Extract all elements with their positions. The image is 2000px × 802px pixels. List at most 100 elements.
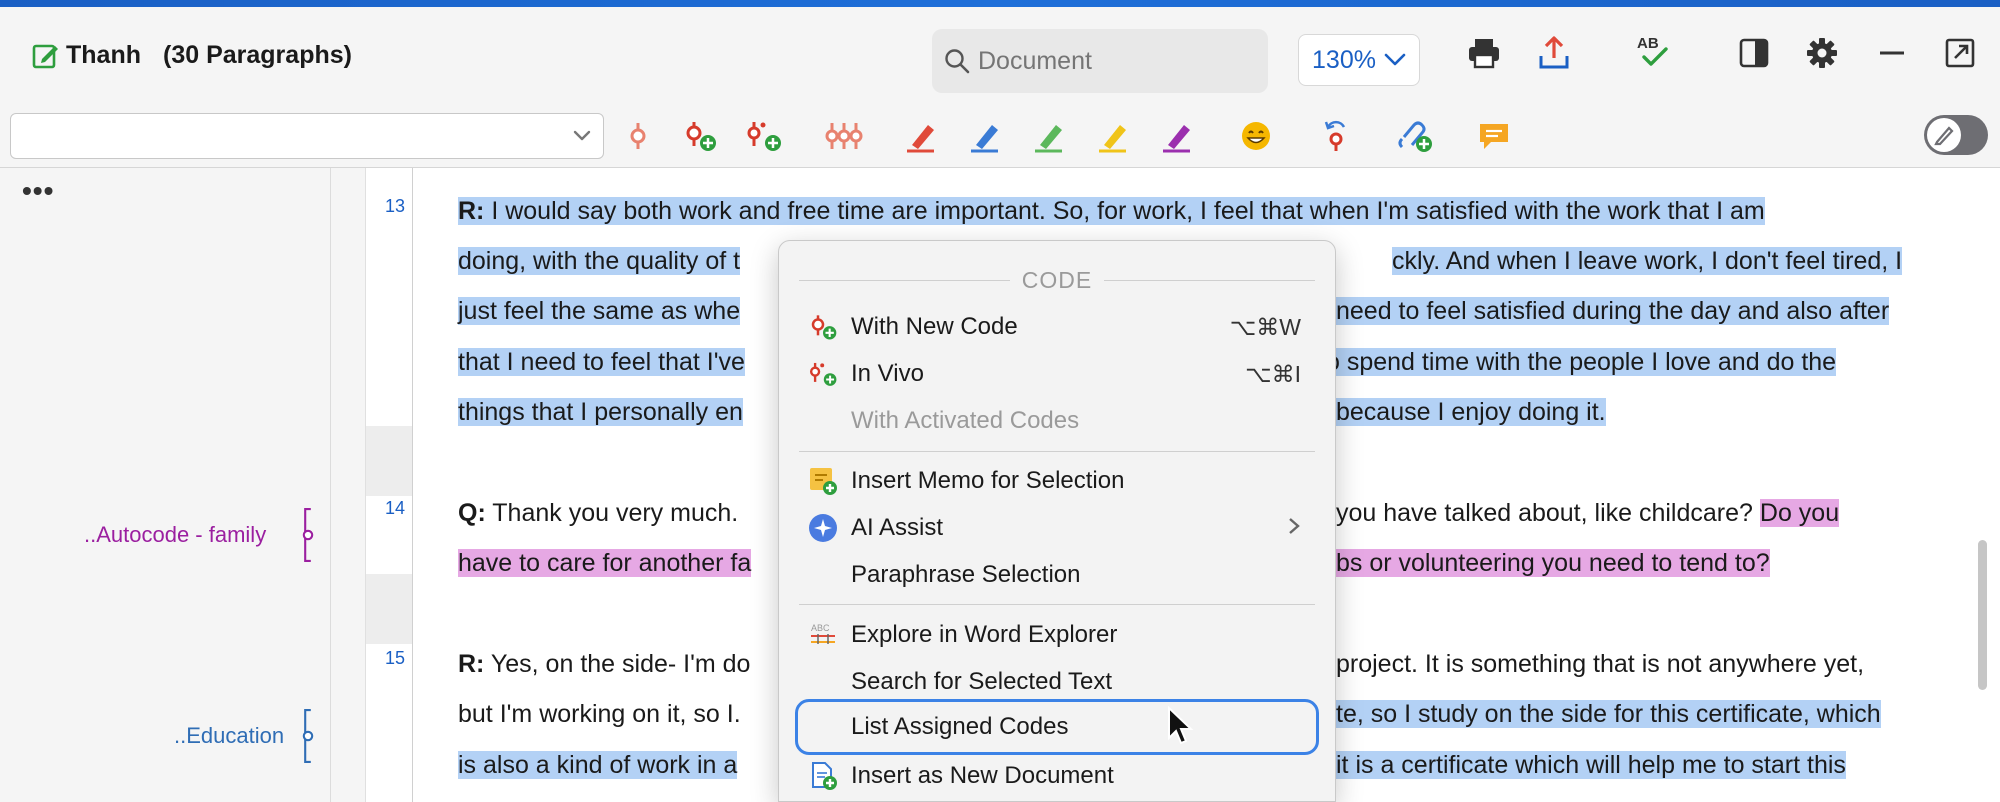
menu-separator	[799, 604, 1315, 605]
zoom-select[interactable]: 130%	[1298, 34, 1420, 86]
menu-item-in-vivo[interactable]: In Vivo ⌥⌘I	[799, 352, 1315, 396]
menu-item-paraphrase[interactable]: Paraphrase Selection	[799, 553, 1315, 597]
paragraph-number[interactable]: 15	[365, 648, 405, 669]
text-segment: bs or volunteering you need to tend to?	[1336, 549, 1770, 577]
menu-item-insert-memo[interactable]: Insert Memo for Selection	[799, 459, 1315, 503]
code-select-dropdown[interactable]	[10, 113, 604, 159]
search-input[interactable]	[978, 46, 1258, 76]
document-search[interactable]	[932, 29, 1268, 93]
text-segment: doing, with the quality of t	[458, 247, 741, 275]
menu-item-search-selected[interactable]: Search for Selected Text	[799, 660, 1315, 704]
document-titlebar: Thanh (30 Paragraphs) 130% AB	[0, 7, 2000, 102]
menu-item-label: Search for Selected Text	[851, 668, 1113, 695]
comment-icon[interactable]	[1474, 116, 1514, 156]
speaker-label: Q:	[458, 499, 486, 527]
context-menu: CODE With New Code ⌥⌘W In Vivo ⌥⌘I With …	[778, 240, 1336, 802]
document-name: Thanh	[66, 41, 141, 69]
menu-item-shortcut: ⌥⌘I	[1245, 360, 1301, 387]
text-segment: project. It is something that is not any…	[1336, 650, 1865, 678]
text-segment: need to feel satisfied during the day an…	[1336, 297, 1890, 325]
menu-item-ai-assist[interactable]: AI Assist	[799, 506, 1315, 550]
speaker-label: R:	[458, 650, 485, 678]
text-segment: ckly. And when I leave work, I don't fee…	[1392, 247, 1903, 275]
text-segment: o spend time with the people I love and …	[1326, 348, 1837, 376]
text-segment: because I enjoy doing it.	[1336, 398, 1606, 426]
text-segment: just feel the same as whe	[458, 297, 741, 325]
text-line: project. It is something that is not any…	[1336, 639, 1864, 689]
edit-mode-toggle[interactable]	[1924, 115, 1988, 155]
pane-divider	[330, 168, 331, 802]
search-icon	[945, 49, 970, 74]
invivo-icon	[807, 358, 839, 390]
menu-item-label: List Assigned Codes	[851, 713, 1069, 740]
text-line: just feel the same as whe	[458, 286, 741, 336]
edit-document-icon[interactable]	[32, 42, 60, 70]
text-line: things that I personally en	[458, 387, 743, 437]
spellcheck-icon[interactable]: AB	[1632, 31, 1672, 71]
text-line: doing, with the quality of t	[458, 236, 741, 286]
menu-item-with-activated-codes[interactable]: With Activated Codes	[799, 399, 1315, 443]
highlighter-blue-icon[interactable]	[966, 116, 1006, 156]
text-segment: te, so I study on the side for this cert…	[1336, 700, 1881, 728]
coding-toolbar	[0, 102, 2000, 168]
speaker-label: R:	[458, 197, 485, 225]
window-accent-bar	[0, 0, 2000, 7]
text-segment: have to care for another fa	[458, 549, 752, 577]
undo-code-icon[interactable]	[1316, 116, 1356, 156]
text-line: is also a kind of work in a	[458, 740, 738, 790]
code-stripe-label[interactable]: ..Education	[174, 723, 284, 749]
menu-item-with-new-code[interactable]: With New Code ⌥⌘W	[799, 305, 1315, 349]
text-line: but I'm working on it, so I.	[458, 689, 741, 739]
menu-separator	[799, 451, 1315, 452]
activated-codes-icon[interactable]	[824, 116, 864, 156]
paragraph-number[interactable]: 13	[365, 196, 405, 217]
detach-window-icon[interactable]	[1940, 33, 1980, 73]
code-icon[interactable]	[618, 116, 658, 156]
text-line: it is a certificate which will help me t…	[1336, 740, 1846, 790]
text-segment: Thank you very much.	[485, 499, 739, 527]
menu-item-label: In Vivo	[851, 360, 924, 387]
pencil-icon	[1927, 118, 1961, 152]
highlighter-red-icon[interactable]	[902, 116, 942, 156]
menu-item-label: With New Code	[851, 313, 1018, 340]
text-segment: Yes, on the side- I'm do	[484, 650, 751, 678]
menu-header-label: CODE	[1021, 267, 1093, 293]
minimize-icon[interactable]	[1872, 33, 1912, 73]
text-line: you have talked about, like childcare? D…	[1336, 488, 1840, 538]
svg-text:AB: AB	[1637, 35, 1659, 52]
menu-item-word-explorer[interactable]: ABC Explore in Word Explorer	[799, 613, 1315, 657]
vertical-scrollbar[interactable]	[1978, 540, 1987, 690]
highlighter-purple-icon[interactable]	[1158, 116, 1198, 156]
code-new-icon[interactable]	[680, 116, 720, 156]
code-stripe-label[interactable]: ..Autocode - family	[84, 522, 266, 548]
chevron-down-icon	[1384, 53, 1406, 66]
emoji-icon[interactable]	[1236, 116, 1276, 156]
menu-item-insert-new-document[interactable]: Insert as New Document	[799, 754, 1315, 798]
export-icon[interactable]	[1534, 33, 1574, 73]
paragraph-number[interactable]: 14	[365, 498, 405, 519]
text-line: that I need to feel that I've	[458, 337, 745, 387]
link-add-icon[interactable]	[1396, 116, 1436, 156]
menu-section-header: CODE	[799, 267, 1316, 294]
paragraph-count: (30 Paragraphs)	[163, 41, 352, 69]
text-segment: but I'm working on it, so I.	[458, 700, 741, 728]
menu-item-label: With Activated Codes	[851, 407, 1080, 434]
code-stripe-bracket[interactable]	[301, 697, 315, 775]
more-options-button[interactable]: •••	[22, 177, 54, 205]
invivo-icon[interactable]	[744, 116, 784, 156]
text-line: because I enjoy doing it.	[1336, 387, 1606, 437]
code-stripe-bracket[interactable]	[301, 496, 315, 574]
settings-icon[interactable]	[1802, 33, 1842, 73]
print-icon[interactable]	[1464, 33, 1504, 73]
text-segment: you have talked about, like childcare?	[1336, 499, 1753, 527]
highlighter-green-icon[interactable]	[1030, 116, 1070, 156]
sidebar-toggle-icon[interactable]	[1734, 33, 1774, 73]
menu-item-list-assigned-codes[interactable]: List Assigned Codes	[795, 699, 1319, 755]
text-segment: it is a certificate which will help me t…	[1336, 751, 1846, 779]
zoom-value: 130%	[1312, 45, 1376, 74]
gutter-spacer	[366, 574, 414, 644]
highlighter-yellow-icon[interactable]	[1094, 116, 1134, 156]
menu-item-label: Insert Memo for Selection	[851, 467, 1125, 494]
chevron-right-icon	[1287, 515, 1301, 542]
text-segment: is also a kind of work in a	[458, 751, 738, 779]
